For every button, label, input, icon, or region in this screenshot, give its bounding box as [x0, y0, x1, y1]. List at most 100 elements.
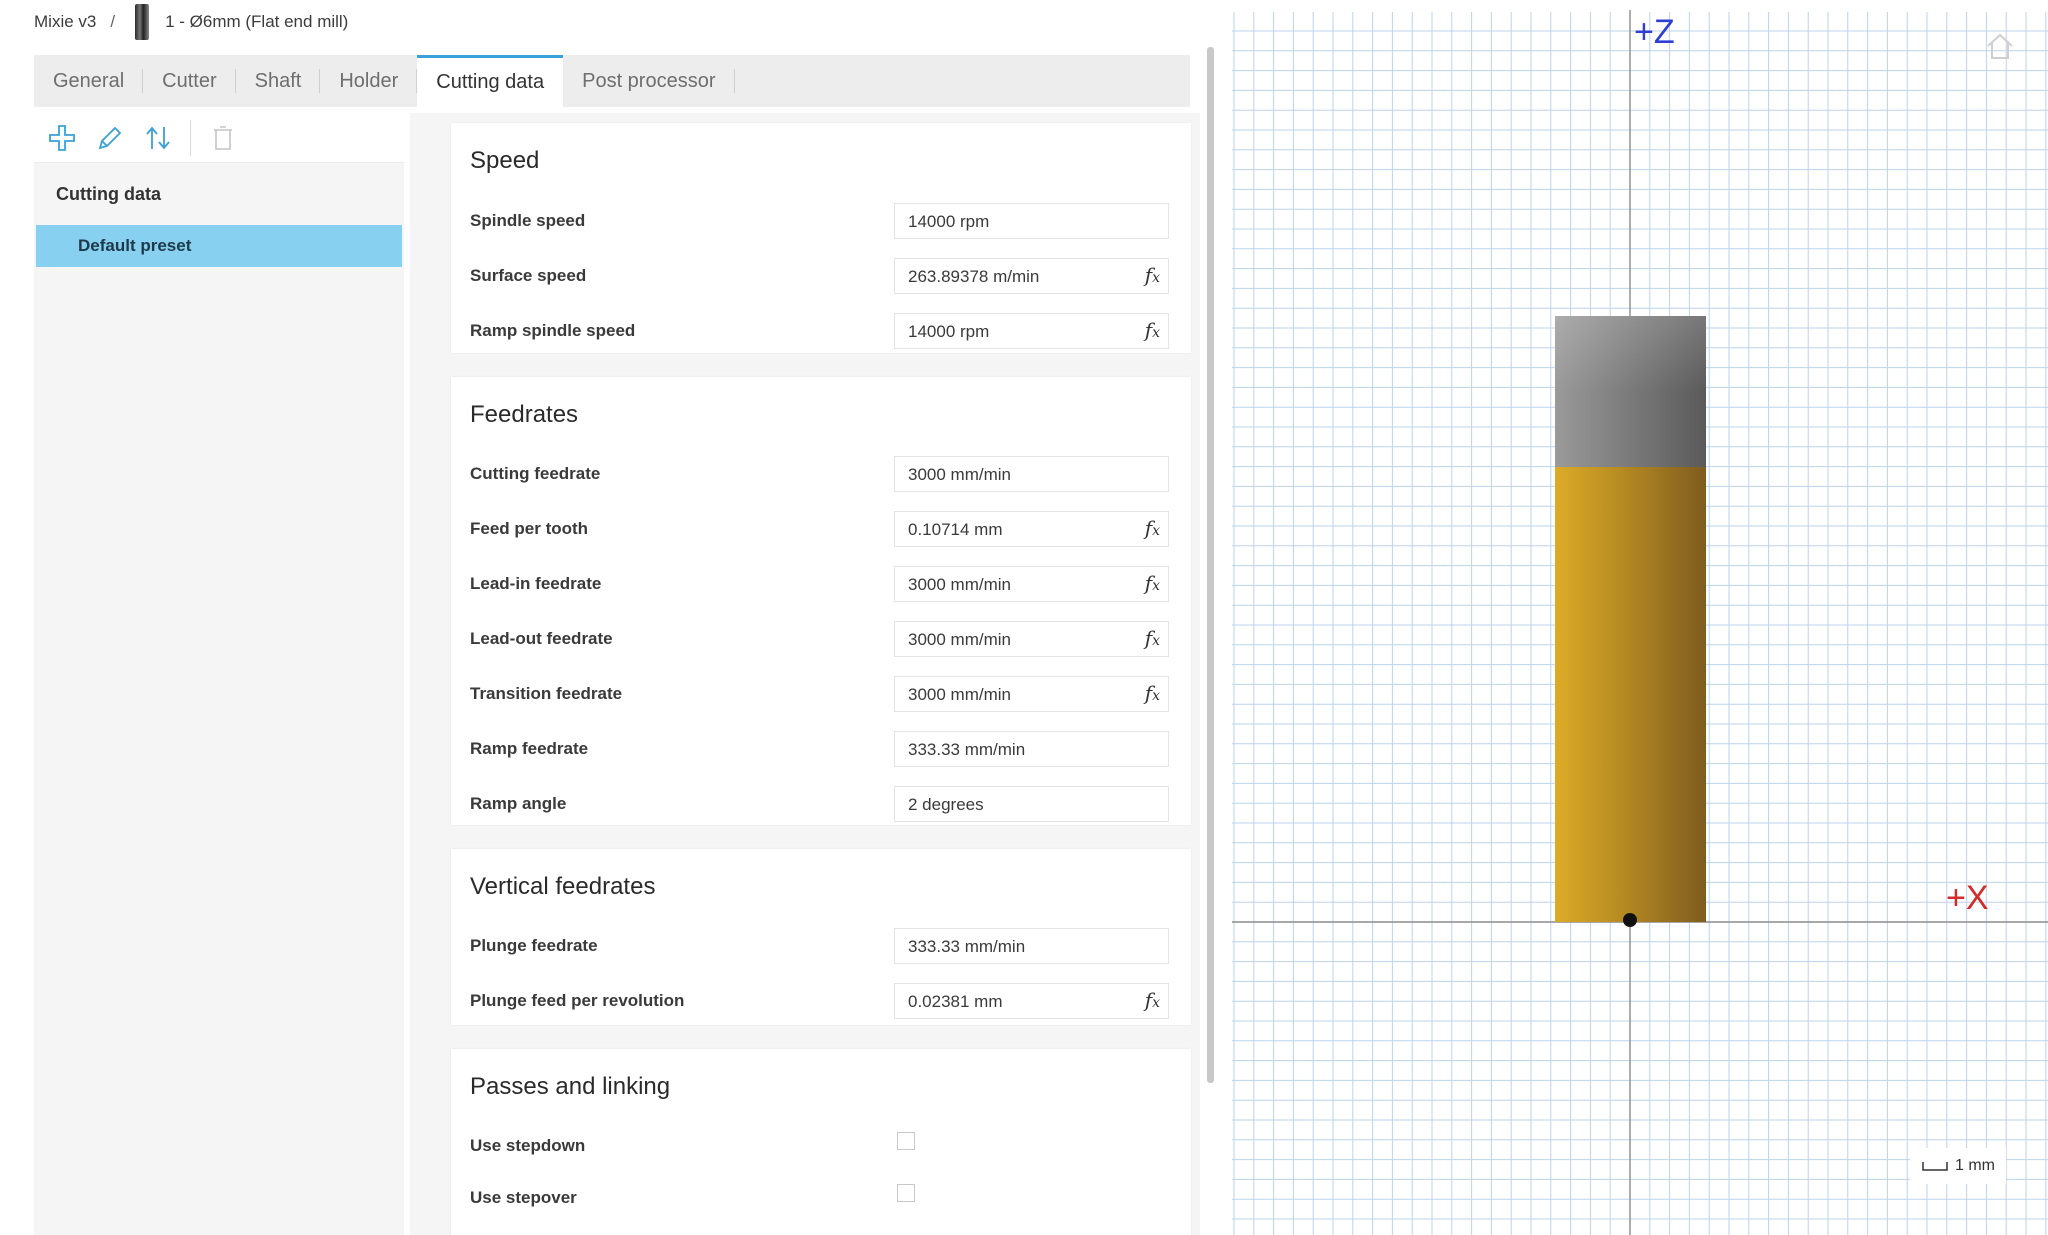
fx-x: x: [1152, 633, 1160, 649]
scale-label: 1 mm: [1955, 1157, 1995, 1174]
sort-preset-button[interactable]: [138, 118, 178, 158]
scale-indicator: 1 mm: [1910, 1148, 2006, 1184]
fx-x: x: [1152, 270, 1160, 286]
preset-list-heading: Cutting data: [56, 183, 161, 204]
plunge-feedrate-input[interactable]: 333.33 mm/min: [894, 928, 1169, 964]
formula-button[interactable]: fx: [1145, 681, 1160, 705]
lead-in-feedrate-input[interactable]: 3000 mm/min fx: [894, 566, 1169, 602]
field-label: Ramp feedrate: [470, 739, 589, 758]
field-label: Use stepover: [470, 1188, 577, 1207]
field-value: 333.33 mm/min: [908, 740, 1026, 759]
formula-button[interactable]: fx: [1145, 626, 1160, 650]
x-axis-label: +X: [1946, 879, 1989, 917]
edit-icon: [98, 126, 122, 149]
delete-icon: [214, 125, 232, 150]
fx-f: f: [1144, 988, 1153, 1012]
field-value: 3000 mm/min: [908, 465, 1011, 484]
field-label: Lead-out feedrate: [470, 629, 613, 648]
section-title: Speed: [470, 147, 540, 174]
tool-holder-highlight: [1555, 316, 1706, 392]
lead-out-feedrate-input[interactable]: 3000 mm/min fx: [894, 621, 1169, 657]
delete-preset-button[interactable]: [203, 118, 243, 158]
tool-thumbnail-icon: [135, 4, 150, 40]
transition-feedrate-input[interactable]: 3000 mm/min fx: [894, 676, 1169, 712]
formula-button[interactable]: fx: [1145, 516, 1160, 540]
formula-button[interactable]: fx: [1145, 571, 1160, 595]
use-stepover-checkbox[interactable]: [897, 1184, 915, 1202]
field-value: 0.10714 mm: [908, 520, 1003, 539]
use-stepdown-checkbox[interactable]: [897, 1132, 915, 1150]
ramp-angle-row: Ramp angle 2 degrees: [451, 784, 1191, 822]
field-value: 0.02381 mm: [908, 992, 1003, 1011]
fx-f: f: [1144, 263, 1153, 287]
tab-cutting-data[interactable]: Cutting data: [417, 55, 564, 107]
plunge-feed-per-revolution-input[interactable]: 0.02381 mm fx: [894, 983, 1169, 1019]
tool-flute-shape: [1555, 467, 1706, 922]
tab-post-processor[interactable]: Post processor: [563, 55, 735, 107]
field-label: Spindle speed: [470, 211, 586, 230]
home-icon[interactable]: [1987, 33, 2013, 59]
passes-linking-section: Passes and linking Use stepdown Use step…: [451, 1049, 1191, 1235]
feed-per-tooth-row: Feed per tooth 0.10714 mm fx: [451, 509, 1191, 547]
field-label: Ramp spindle speed: [470, 321, 636, 340]
fx-f: f: [1144, 681, 1153, 705]
preset-toolbar: [34, 113, 404, 163]
cutting-feedrate-input[interactable]: 3000 mm/min: [894, 456, 1169, 492]
spindle-speed-row: Spindle speed 14000 rpm: [451, 201, 1191, 239]
surface-speed-input[interactable]: 263.89378 m/min fx: [894, 258, 1169, 294]
edit-preset-button[interactable]: [90, 118, 130, 158]
tab-general[interactable]: General: [34, 55, 144, 107]
tab-cutter[interactable]: Cutter: [143, 55, 237, 107]
field-label: Plunge feedrate: [470, 936, 598, 955]
plunge-feedrate-row: Plunge feedrate 333.33 mm/min: [451, 926, 1191, 964]
field-value: 333.33 mm/min: [908, 937, 1026, 956]
formula-button[interactable]: fx: [1145, 318, 1160, 342]
tab-shaft[interactable]: Shaft: [236, 55, 321, 107]
add-icon: [49, 124, 75, 151]
ramp-feedrate-input[interactable]: 333.33 mm/min: [894, 731, 1169, 767]
use-stepdown-row: Use stepdown: [451, 1126, 1191, 1164]
fx-f: f: [1144, 626, 1153, 650]
ramp-angle-input[interactable]: 2 degrees: [894, 786, 1169, 822]
formula-button[interactable]: fx: [1145, 988, 1160, 1012]
field-value: 14000 rpm: [908, 322, 990, 341]
speed-section: Speed Spindle speed 14000 rpm Surface sp…: [451, 123, 1191, 353]
transition-feedrate-row: Transition feedrate 3000 mm/min fx: [451, 674, 1191, 712]
section-title: Feedrates: [470, 401, 579, 428]
field-label: Ramp angle: [470, 794, 567, 813]
formula-button[interactable]: fx: [1145, 263, 1160, 287]
preset-item-default[interactable]: Default preset: [36, 225, 402, 267]
plunge-feed-per-revolution-row: Plunge feed per revolution 0.02381 mm fx: [451, 981, 1191, 1019]
fx-x: x: [1152, 995, 1160, 1011]
field-value: 2 degrees: [908, 795, 984, 814]
feed-per-tooth-input[interactable]: 0.10714 mm fx: [894, 511, 1169, 547]
tool-preview-viewport[interactable]: +Z +X: [1232, 0, 2048, 1235]
use-stepover-row: Use stepover: [451, 1178, 1191, 1216]
z-axis-label: +Z: [1634, 13, 1675, 51]
fx-x: x: [1152, 578, 1160, 594]
field-value: 263.89378 m/min: [908, 267, 1040, 286]
feedrates-section: Feedrates Cutting feedrate 3000 mm/min F…: [451, 377, 1191, 825]
sort-icon: [146, 126, 170, 149]
toolbar-divider: [190, 119, 191, 156]
ramp-spindle-speed-input[interactable]: 14000 rpm fx: [894, 313, 1169, 349]
tab-holder[interactable]: Holder: [320, 55, 418, 107]
lead-out-feedrate-row: Lead-out feedrate 3000 mm/min fx: [451, 619, 1191, 657]
field-label: Cutting feedrate: [470, 464, 601, 483]
form-scrollbar[interactable]: [1207, 47, 1214, 1083]
breadcrumb-library[interactable]: Mixie v3: [34, 12, 96, 32]
breadcrumb-tool: 1 - Ø6mm (Flat end mill): [165, 12, 349, 31]
field-label: Transition feedrate: [470, 684, 623, 703]
fx-x: x: [1152, 688, 1160, 704]
section-title: Vertical feedrates: [470, 873, 656, 900]
spindle-speed-input[interactable]: 14000 rpm: [894, 203, 1169, 239]
field-value: 3000 mm/min: [908, 685, 1011, 704]
field-value: 3000 mm/min: [908, 575, 1011, 594]
cutting-data-form: Speed Spindle speed 14000 rpm Surface sp…: [410, 113, 1200, 1235]
field-value: 14000 rpm: [908, 212, 990, 231]
lead-in-feedrate-row: Lead-in feedrate 3000 mm/min fx: [451, 564, 1191, 602]
add-preset-button[interactable]: [42, 118, 82, 158]
field-label: Use stepdown: [470, 1136, 586, 1155]
scale-bar-icon: [1922, 1162, 1948, 1171]
fx-f: f: [1144, 571, 1153, 595]
